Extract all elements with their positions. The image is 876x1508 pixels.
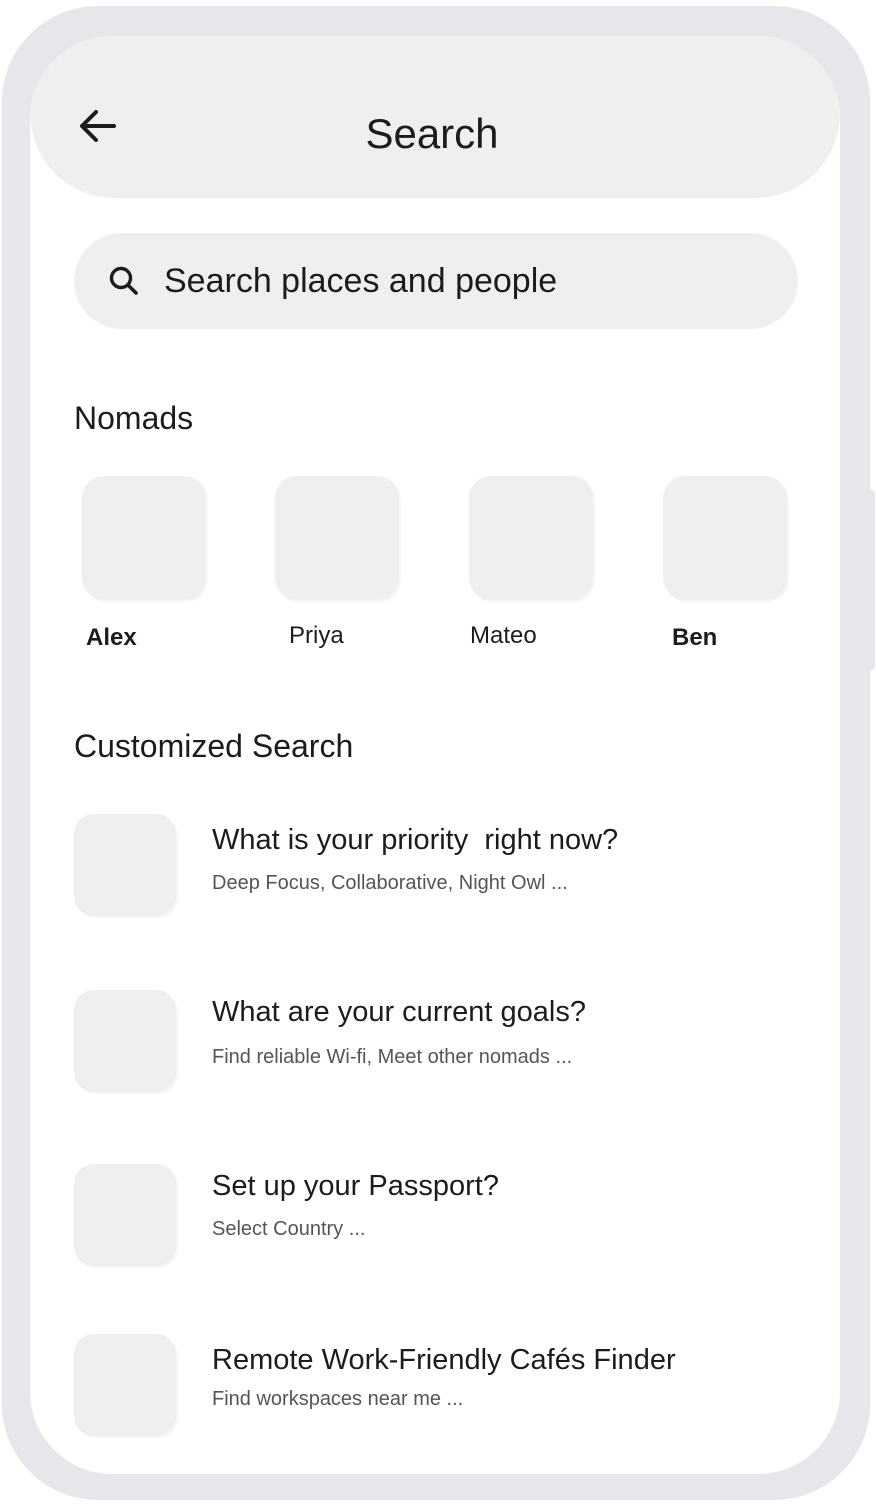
nomad-name: Mateo — [470, 622, 537, 649]
avatar — [275, 476, 399, 600]
custom-search-item-cafes[interactable]: Remote Work-Friendly Cafés Finder Find w… — [74, 1334, 804, 1444]
avatar — [469, 476, 593, 600]
item-thumbnail — [74, 1164, 176, 1266]
item-subtitle: Find workspaces near me ... — [212, 1388, 464, 1410]
phone-side-button — [869, 490, 875, 670]
item-subtitle: Deep Focus, Collaborative, Night Owl ... — [212, 872, 568, 894]
item-title: What are your current goals? — [212, 996, 586, 1028]
nomads-section-title: Nomads — [74, 400, 194, 436]
customized-search-title: Customized Search — [74, 728, 354, 764]
nomad-card-alex[interactable]: Alex — [82, 476, 222, 676]
custom-search-item-priority[interactable]: What is your priority right now? Deep Fo… — [74, 814, 804, 924]
item-thumbnail — [74, 990, 176, 1092]
item-title: Set up your Passport? — [212, 1170, 499, 1202]
app-screen: Search Nomads Alex Priya Mateo Ben Custo… — [30, 36, 840, 1474]
page-title: Search — [365, 110, 499, 157]
nomad-name: Ben — [672, 624, 718, 651]
search-bar[interactable] — [74, 233, 798, 329]
item-title: What is your priority right now? — [212, 824, 619, 856]
item-title: Remote Work-Friendly Cafés Finder — [212, 1344, 676, 1376]
nomad-card-ben[interactable]: Ben — [663, 476, 803, 676]
avatar — [663, 476, 787, 600]
item-thumbnail — [74, 814, 176, 916]
header-bar: Search — [30, 36, 840, 198]
nomad-name: Alex — [86, 624, 137, 651]
custom-search-item-passport[interactable]: Set up your Passport? Select Country ... — [74, 1164, 804, 1274]
avatar — [82, 476, 206, 600]
custom-search-item-goals[interactable]: What are your current goals? Find reliab… — [74, 990, 804, 1100]
item-subtitle: Select Country ... — [212, 1218, 366, 1240]
item-thumbnail — [74, 1334, 176, 1436]
item-subtitle: Find reliable Wi-fi, Meet other nomads .… — [212, 1046, 573, 1068]
nomad-card-mateo[interactable]: Mateo — [469, 476, 609, 676]
nomad-name: Priya — [289, 622, 344, 649]
nomad-card-priya[interactable]: Priya — [275, 476, 415, 676]
search-input[interactable] — [164, 255, 764, 307]
search-icon — [109, 266, 138, 295]
